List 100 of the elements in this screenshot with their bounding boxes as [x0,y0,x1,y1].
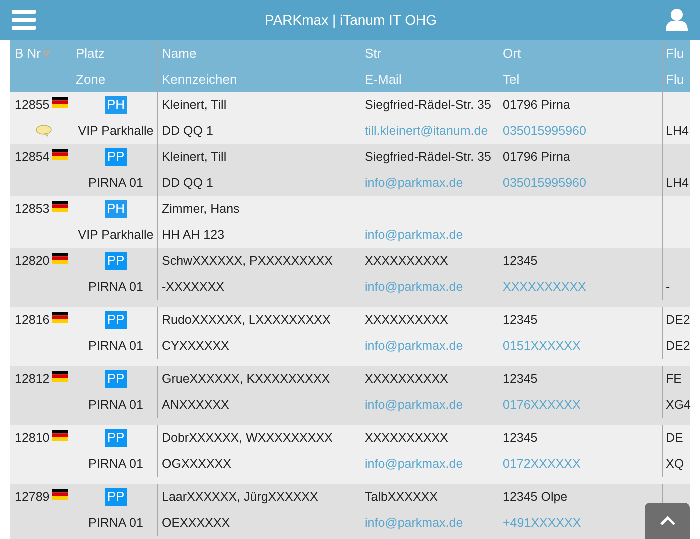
license-plate: CYXXXXXX [162,339,230,353]
zone-text: PIRNA 01 [88,176,144,190]
street-text: XXXXXXXXXX [365,254,448,268]
flight-text: - [666,280,670,294]
chevron-up-icon [660,516,676,526]
flag-icon [52,488,68,500]
user-icon[interactable] [666,8,688,32]
flag-icon [52,252,68,264]
column-header[interactable]: Name [162,46,197,60]
column-header[interactable]: Ort [503,46,522,60]
street-text: XXXXXXXXXX [365,313,448,327]
zone-text: VIP Parkhalle [78,228,154,242]
flight-text: DE2 [666,339,690,353]
booking-number: 12789 [15,490,50,504]
flag-icon [52,96,68,108]
license-plate: DD QQ 1 [162,124,214,138]
column-header[interactable]: Platz [76,46,105,60]
column-header[interactable]: Flu [666,46,684,60]
phone-link[interactable]: XXXXXXXXXX [503,280,586,294]
column-header[interactable]: Kennzeichen [162,72,238,86]
zone-badge: PP [105,252,127,270]
email-link[interactable]: info@parkmax.de [365,339,464,353]
zone-text: VIP Parkhalle [78,124,154,138]
flight-text: XQ [666,457,684,471]
flight-text: LH4 [666,176,689,190]
customer-name: Kleinert, Till [162,98,227,112]
booking-number: 12854 [15,150,50,164]
booking-number: 12816 [15,313,50,327]
zone-badge: PH [104,200,128,218]
street-text: XXXXXXXXXX [365,372,448,386]
license-plate: -XXXXXXX [162,280,225,294]
customer-name: DobrXXXXXX, WXXXXXXXXX [162,431,333,445]
license-plate: OGXXXXXX [162,457,232,471]
city-text: 12345 [503,372,538,386]
column-header[interactable]: Flu [666,72,684,86]
app-title: PARKmax | iTanum IT OHG [264,12,438,28]
menu-icon[interactable] [12,10,36,30]
zone-badge: PP [105,148,127,166]
scroll-top-button[interactable] [645,503,690,539]
city-text: 01796 Pirna [503,98,570,112]
zone-badge: PP [105,311,127,329]
column-header[interactable]: Zone [76,72,106,86]
flag-icon [52,312,68,322]
booking-number: 12853 [15,202,50,216]
street-text: TalbXXXXXX [365,490,438,504]
email-link[interactable]: info@parkmax.de [365,457,464,471]
email-link[interactable]: till.kleinert@itanum.de [365,124,488,138]
zone-text: PIRNA 01 [88,516,144,530]
sort-icon [43,51,50,57]
flag-icon [52,430,68,440]
column-header[interactable]: B Nr [15,46,41,60]
city-text: 12345 Olpe [503,490,568,504]
phone-link[interactable]: 0172XXXXXX [503,457,581,471]
license-plate: DD QQ 1 [162,176,214,190]
email-link[interactable]: info@parkmax.de [365,176,464,190]
flag-icon [52,148,68,160]
city-text: 12345 [503,431,538,445]
license-plate: OEXXXXXX [162,516,230,530]
flight-text: DE2 [666,313,690,327]
street-text: Siegfried-Rädel-Str. 35 [365,150,492,164]
booking-number: 12812 [15,372,50,386]
phone-link[interactable]: 0176XXXXXX [503,398,581,412]
phone-link[interactable]: +491XXXXXX [503,516,582,530]
city-text: 12345 [503,254,538,268]
column-header[interactable]: Tel [503,72,520,86]
zone-badge: PP [105,370,127,388]
zone-text: PIRNA 01 [88,398,144,412]
zone-text: PIRNA 01 [88,280,144,294]
flag-icon [52,200,68,212]
zone-badge: PH [104,96,128,114]
street-text: Siegfried-Rädel-Str. 35 [365,98,492,112]
license-plate: HH AH 123 [162,228,225,242]
flight-text: FE [666,372,682,386]
email-link[interactable]: info@parkmax.de [365,228,464,242]
booking-number: 12810 [15,431,50,445]
column-header[interactable]: Str [365,46,382,60]
license-plate: ANXXXXXX [162,398,230,412]
phone-link[interactable]: 035015995960 [503,176,586,190]
email-link[interactable]: info@parkmax.de [365,280,464,294]
flight-text: LH4 [666,124,689,138]
customer-name: RudoXXXXXX, LXXXXXXXXX [162,313,331,327]
zone-text: PIRNA 01 [88,339,144,353]
comment-icon[interactable] [36,125,52,137]
city-text: 12345 [503,313,538,327]
zone-badge: PP [105,488,127,506]
city-text: 01796 Pirna [503,150,570,164]
booking-number: 12820 [15,254,50,268]
zone-text: PIRNA 01 [88,457,144,471]
email-link[interactable]: info@parkmax.de [365,516,464,530]
customer-name: LaarXXXXXX, JürgXXXXXX [162,490,318,504]
phone-link[interactable]: 035015995960 [503,124,586,138]
phone-link[interactable]: 0151XXXXXX [503,339,581,353]
flight-text: XG4 [666,398,692,412]
street-text: XXXXXXXXXX [365,431,448,445]
email-link[interactable]: info@parkmax.de [365,398,464,412]
flight-text: DE [666,431,684,445]
column-header[interactable]: E-Mail [365,72,402,86]
customer-name: Zimmer, Hans [162,202,240,216]
booking-number: 12855 [15,98,50,112]
zone-badge: PP [105,429,127,447]
